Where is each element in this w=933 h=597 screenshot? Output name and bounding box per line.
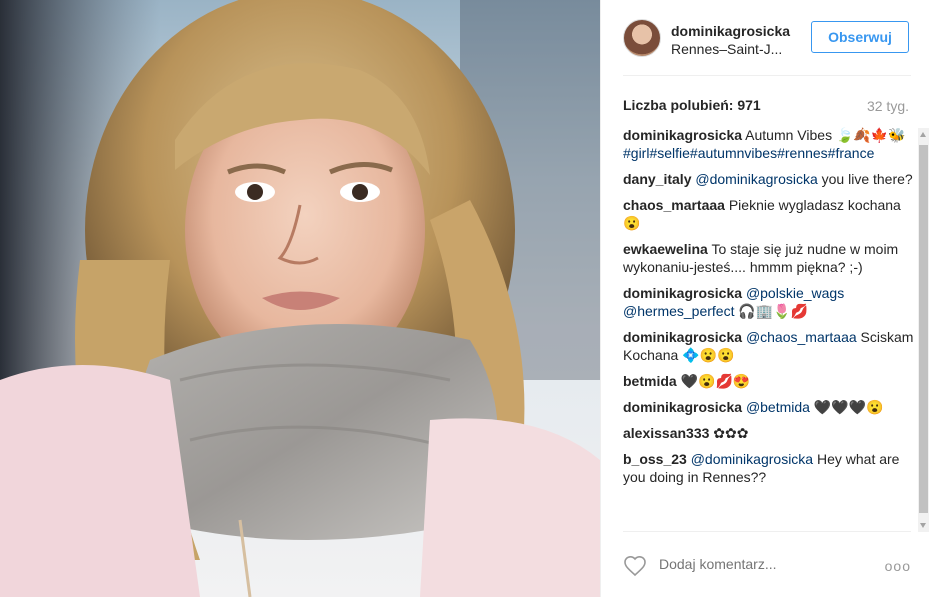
comment-mention[interactable]: @chaos_martaaa (746, 329, 857, 345)
post-author-username[interactable]: dominikagrosicka (671, 23, 790, 39)
comment-text: Autumn Vibes 🍃🍂🍁🐝 (742, 127, 906, 143)
comment-item: betmida 🖤😮💋😍 (623, 372, 915, 390)
comment-text: 🎧🏢🌷💋 (734, 303, 809, 319)
comment-mention[interactable]: @betmida (746, 399, 810, 415)
comment-username[interactable]: betmida (623, 373, 677, 389)
comment-username[interactable]: b_oss_23 (623, 451, 687, 467)
comment-item: dominikagrosicka @polskie_wags @hermes_p… (623, 284, 915, 320)
comment-username[interactable]: ewkaewelina (623, 241, 708, 257)
scroll-up-arrow-icon[interactable] (920, 132, 926, 137)
comment-mention[interactable]: @dominikagrosicka (691, 451, 813, 467)
comment-text: 🖤🖤🖤😮 (809, 399, 884, 415)
comment-username[interactable]: chaos_martaaa (623, 197, 725, 213)
scrollbar-thumb[interactable] (919, 145, 928, 513)
comment-text: 🖤😮💋😍 (676, 373, 751, 389)
comment-item: dominikagrosicka @chaos_martaaa Sciskam … (623, 328, 915, 364)
likes-count[interactable]: Liczba polubień: 971 (623, 97, 761, 113)
comments-scrollbar[interactable] (918, 128, 929, 532)
comment-username[interactable]: dominikagrosicka (623, 329, 742, 345)
comment-item: dominikagrosicka Autumn Vibes 🍃🍂🍁🐝 #girl… (623, 126, 915, 162)
follow-button[interactable]: Obserwuj (811, 21, 909, 53)
comment-item: dominikagrosicka @betmida 🖤🖤🖤😮 (623, 398, 915, 416)
post-time-ago[interactable]: 32 tyg. (867, 98, 909, 114)
comment-item: b_oss_23 @dominikagrosicka Hey what are … (623, 450, 915, 486)
post-footer: ooo (623, 531, 911, 597)
comments-list: dominikagrosicka Autumn Vibes 🍃🍂🍁🐝 #girl… (623, 126, 915, 530)
comment-username[interactable]: dominikagrosicka (623, 285, 742, 301)
comment-hashtags[interactable]: #girl#selfie#autumnvibes#rennes#france (623, 145, 874, 161)
post-location[interactable]: Rennes–Saint-J... (671, 41, 782, 57)
comment-mention[interactable]: @dominikagrosicka (695, 171, 817, 187)
post-side-panel: dominikagrosicka Rennes–Saint-J... Obser… (600, 0, 933, 597)
heart-outline-icon[interactable] (623, 554, 647, 578)
comment-item: dany_italy @dominikagrosicka you live th… (623, 170, 915, 188)
comment-item: alexissan333 ✿✿✿ (623, 424, 915, 442)
post-header: dominikagrosicka Rennes–Saint-J... Obser… (623, 16, 911, 76)
comment-item: chaos_martaaa Pieknie wygladasz kochana … (623, 196, 915, 232)
more-options-icon[interactable]: ooo (885, 558, 911, 574)
comment-username[interactable]: alexissan333 (623, 425, 709, 441)
comment-text: ✿✿✿ (709, 425, 749, 441)
post-photo-illustration (0, 0, 600, 597)
comment-username[interactable]: dominikagrosicka (623, 399, 742, 415)
comment-username[interactable]: dominikagrosicka (623, 127, 742, 143)
scroll-down-arrow-icon[interactable] (920, 523, 926, 528)
comment-text: you live there? (817, 171, 913, 187)
add-comment-input[interactable] (659, 556, 840, 572)
comment-username[interactable]: dany_italy (623, 171, 691, 187)
avatar[interactable] (623, 19, 661, 57)
comment-item: ewkaewelina To staje się już nudne w moi… (623, 240, 915, 276)
post-photo[interactable] (0, 0, 600, 597)
